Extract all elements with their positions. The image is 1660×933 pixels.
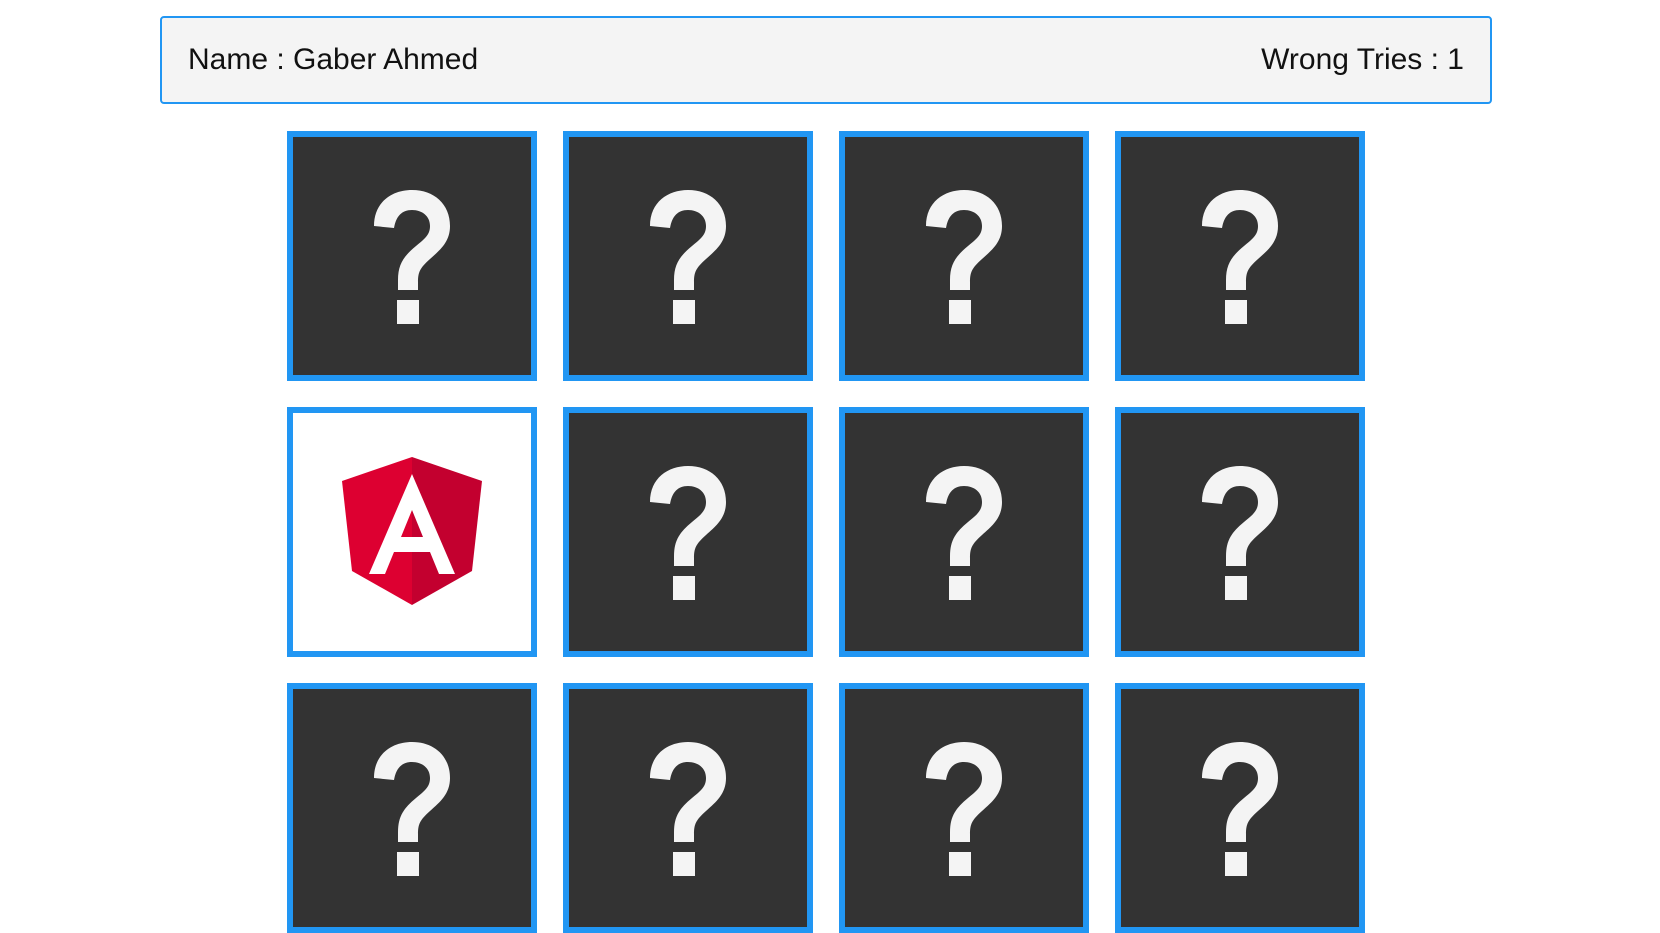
memory-card-hidden[interactable] [563,131,813,381]
memory-card-hidden[interactable] [839,131,1089,381]
memory-card-hidden[interactable] [563,407,813,657]
question-mark-icon [374,190,450,324]
memory-card-hidden[interactable] [1115,683,1365,933]
question-mark-icon [1202,190,1278,324]
question-mark-icon [650,466,726,600]
memory-card-hidden[interactable] [839,407,1089,657]
memory-card-hidden[interactable] [1115,407,1365,657]
question-mark-icon [1202,466,1278,600]
question-mark-icon [650,190,726,324]
memory-card-hidden[interactable] [1115,131,1365,381]
info-bar: Name : Gaber Ahmed Wrong Tries : 1 [160,16,1492,104]
question-mark-icon [926,742,1002,876]
angular-logo-icon [342,457,482,605]
question-mark-icon [374,742,450,876]
memory-card-flipped[interactable] [287,407,537,657]
question-mark-icon [1202,742,1278,876]
memory-card-hidden[interactable] [287,131,537,381]
memory-card-hidden[interactable] [839,683,1089,933]
memory-card-hidden[interactable] [563,683,813,933]
wrong-tries-counter: Wrong Tries : 1 [1261,43,1464,76]
question-mark-icon [926,466,1002,600]
memory-game-board [287,131,1365,933]
memory-card-hidden[interactable] [287,683,537,933]
player-name: Name : Gaber Ahmed [188,43,479,76]
question-mark-icon [926,190,1002,324]
question-mark-icon [650,742,726,876]
